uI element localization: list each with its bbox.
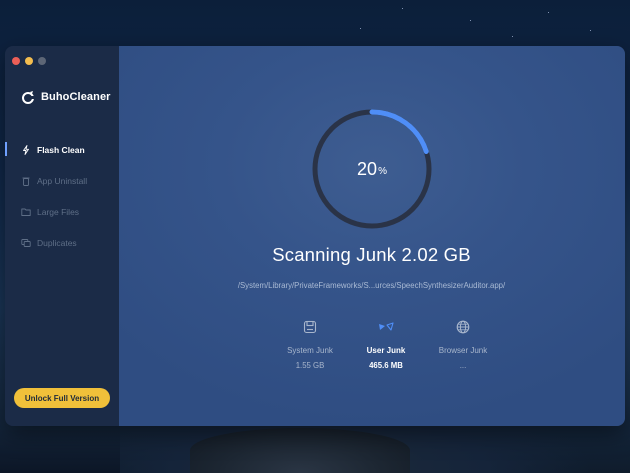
trash-icon (22, 177, 30, 186)
sidebar-nav: Flash Clean App Uninstall Large Files Du… (5, 134, 119, 258)
sidebar-item-duplicates[interactable]: Duplicates (5, 227, 119, 258)
sidebar: BuhoCleaner Flash Clean App Uninstall La… (5, 46, 119, 426)
progress-percent-value: 20 (357, 158, 378, 179)
globe-icon (456, 320, 470, 334)
flash-icon (23, 144, 29, 155)
progress-percent-unit: % (378, 165, 387, 177)
folder-icon (21, 208, 31, 216)
user-junk-icon (379, 322, 394, 331)
progress-percent: 20% (310, 107, 434, 231)
star (402, 8, 403, 9)
sidebar-item-flash-clean[interactable]: Flash Clean (5, 134, 119, 165)
sidebar-item-label: Flash Clean (37, 144, 85, 155)
sidebar-item-label: Large Files (37, 206, 80, 217)
sidebar-item-large-files[interactable]: Large Files (5, 196, 119, 227)
category-value: ... (459, 361, 467, 370)
shoreline (0, 430, 120, 473)
star (548, 12, 549, 13)
sidebar-item-app-uninstall[interactable]: App Uninstall (5, 165, 119, 196)
unlock-full-version-button[interactable]: Unlock Full Version (14, 388, 110, 408)
app-name: BuhoCleaner (41, 91, 111, 103)
category-label: Browser Junk (438, 346, 488, 355)
rock-formation (190, 428, 410, 473)
app-logo-icon (22, 91, 34, 104)
close-button[interactable] (12, 57, 20, 65)
scan-title: Scanning Junk 2.02 GB (272, 244, 471, 265)
main-panel: 20% Scanning Junk 2.02 GB /System/Librar… (119, 46, 625, 426)
star (470, 20, 471, 21)
scan-current-path: /System/Library/PrivateFrameworks/S...ur… (237, 281, 506, 290)
star (590, 30, 591, 31)
window-controls (12, 57, 46, 65)
minimize-button[interactable] (25, 57, 33, 65)
category-browser-junk[interactable]: Browser Junk ... (418, 318, 508, 370)
app-window: BuhoCleaner Flash Clean App Uninstall La… (5, 46, 625, 426)
star (360, 28, 361, 29)
disk-icon (303, 320, 317, 334)
duplicates-icon (21, 238, 31, 247)
zoom-button[interactable] (38, 57, 46, 65)
sidebar-item-label: App Uninstall (37, 175, 88, 186)
star (512, 36, 513, 37)
sidebar-item-label: Duplicates (37, 237, 77, 248)
app-brand: BuhoCleaner (21, 90, 111, 104)
